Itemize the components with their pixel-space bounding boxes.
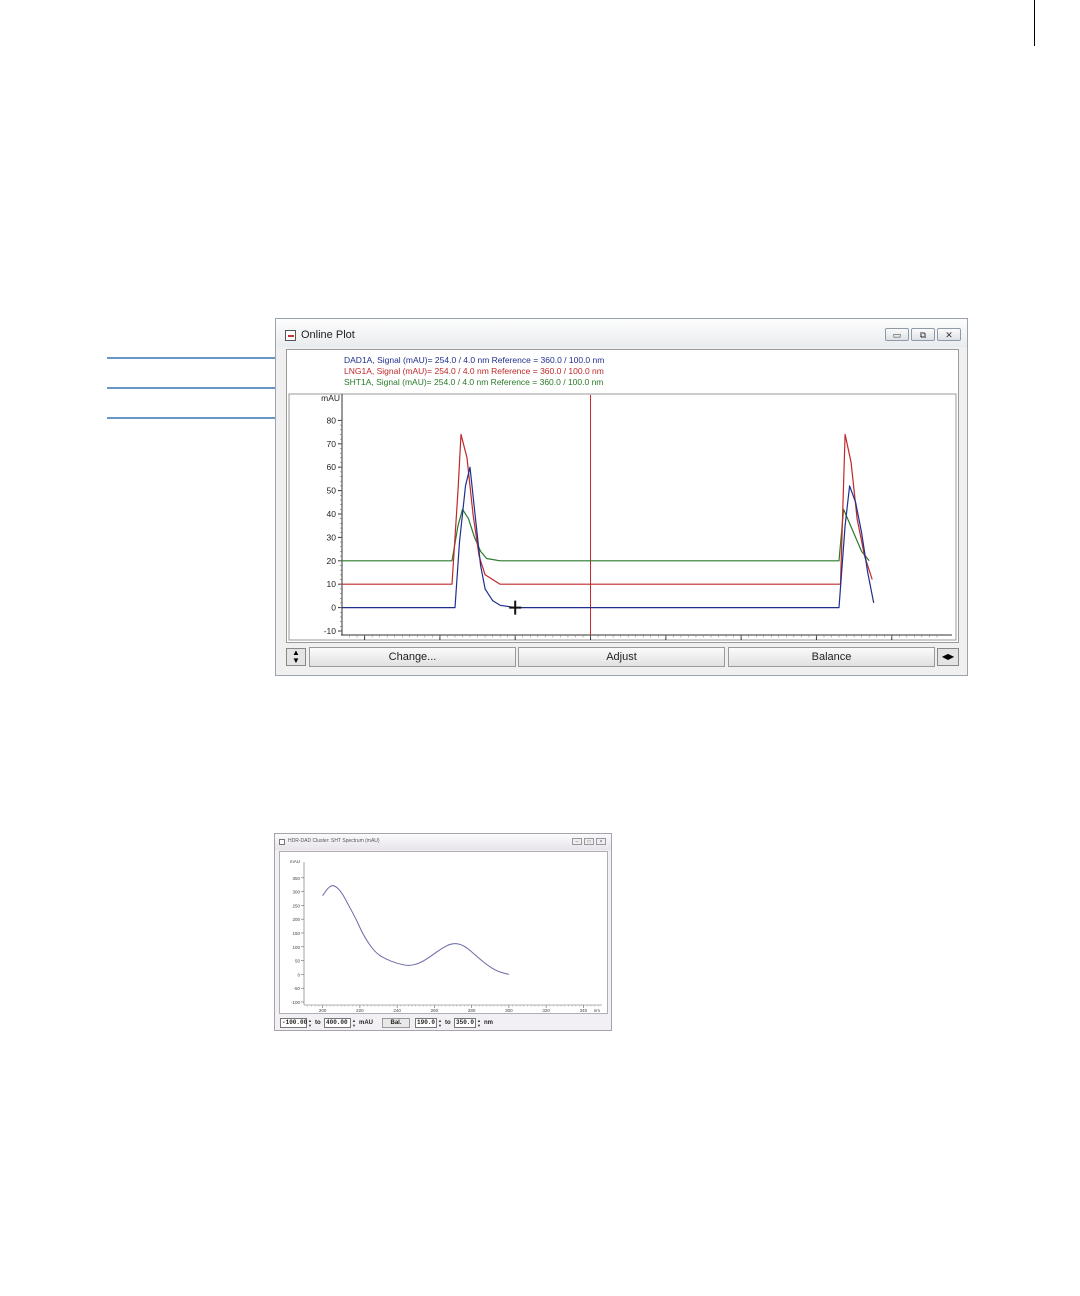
- y-tick-label: 10: [327, 579, 337, 589]
- x-tick-label: 300: [505, 1008, 513, 1013]
- series-line-sht1a: [342, 508, 870, 562]
- legend-entry: SHT1A, Signal (mAU)= 254.0 / 4.0 nm Refe…: [344, 377, 603, 387]
- spectrum-window: HDR-DAD Cluster: SHT Spectrum (mAU) – □ …: [274, 833, 612, 1031]
- to-label: to: [315, 1020, 321, 1026]
- x-tick-label: 280: [468, 1008, 476, 1013]
- y-unit-label: mAU: [359, 1020, 374, 1026]
- x-tick-label: 260: [431, 1008, 439, 1013]
- restore-button[interactable]: □: [584, 838, 594, 845]
- minimize-button[interactable]: –: [572, 838, 582, 845]
- window-title: Online Plot: [301, 329, 355, 341]
- x-tick-label: 2: [889, 640, 894, 642]
- x-tick-label: 0.5: [660, 640, 672, 642]
- chart-icon: [285, 330, 296, 341]
- x-axis-label: min: [936, 640, 950, 642]
- spin-arrows-icon[interactable]: ▲ ▼: [352, 1018, 356, 1028]
- balance-button[interactable]: Balance: [728, 647, 935, 667]
- scale-spinner[interactable]: ▲ ▼: [286, 648, 306, 666]
- y-tick-label: -50: [293, 986, 300, 991]
- restore-button[interactable]: ⧉: [911, 328, 935, 341]
- y-axis-label: mAU: [321, 393, 340, 403]
- y-tick-label: 40: [327, 509, 337, 519]
- spectrum-line: [322, 885, 510, 975]
- chart-icon: [279, 839, 285, 845]
- x-unit-label: nm: [484, 1020, 493, 1026]
- adjust-button[interactable]: Adjust: [518, 647, 725, 667]
- close-button[interactable]: ×: [596, 838, 606, 845]
- y-tick-label: 0: [297, 972, 300, 977]
- y-tick-label: 300: [292, 890, 300, 895]
- y-tick-label: 20: [327, 556, 337, 566]
- legend-entry: LNG1A, Signal (mAU)= 254.0 / 4.0 nm Refe…: [344, 366, 604, 376]
- x-tick-label: 1: [739, 640, 744, 642]
- x-tick-label: 0: [588, 640, 593, 642]
- x-from-field[interactable]: 190.0: [415, 1018, 437, 1028]
- range-controls: -100.00 ▲ ▼ to 400.00 ▲ ▼ mAU Bal. 190.0 ▲…: [279, 1017, 608, 1029]
- change-button[interactable]: Change...: [309, 647, 516, 667]
- title-bar: Online Plot ▭ ⧉ ✕: [276, 319, 967, 347]
- legend: DAD1A, Signal (mAU)= 254.0 / 4.0 nm Refe…: [344, 355, 604, 387]
- scroll-arrows[interactable]: ◀▶: [937, 648, 959, 666]
- y-tick-label: 70: [327, 439, 337, 449]
- bal-button[interactable]: Bal.: [382, 1018, 410, 1028]
- spin-arrows-icon[interactable]: ▲ ▼: [308, 1018, 312, 1028]
- y-tick-label: 60: [327, 462, 337, 472]
- crosshair-cursor-icon: [509, 600, 522, 615]
- y-tick-label: 100: [292, 945, 300, 950]
- x-tick-label: 220: [356, 1008, 364, 1013]
- y-tick-label: 350: [292, 876, 300, 881]
- x-tick-label: -1.5: [357, 640, 372, 642]
- online-plot-window: Online Plot ▭ ⧉ ✕ DAD1A, Signal (mAU)= 2…: [275, 318, 968, 676]
- minimize-button[interactable]: ▭: [885, 328, 909, 341]
- x-tick-label: 200: [319, 1008, 327, 1013]
- spin-arrows-icon[interactable]: ▲ ▼: [477, 1018, 481, 1028]
- y-to-field[interactable]: 400.00: [324, 1018, 351, 1028]
- plot-panel: -100 -50 0 50 100 150 200 250 300 350 mAU 200 220 240…: [279, 851, 608, 1014]
- x-tick-label: -1: [436, 640, 444, 642]
- title-bar: HDR-DAD Cluster: SHT Spectrum (mAU) – □ …: [275, 834, 611, 850]
- y-tick-label: 200: [292, 917, 300, 922]
- y-tick-label: 150: [292, 931, 300, 936]
- online-plot-chart[interactable]: DAD1A, Signal (mAU)= 254.0 / 4.0 nm Refe…: [287, 350, 958, 650]
- spin-arrows-icon[interactable]: ▲ ▼: [438, 1018, 442, 1028]
- plot-panel: DAD1A, Signal (mAU)= 254.0 / 4.0 nm Refe…: [286, 349, 959, 650]
- x-tick-label: 320: [542, 1008, 550, 1013]
- to-label: to: [445, 1020, 451, 1026]
- x-tick-label: 240: [393, 1008, 401, 1013]
- y-tick-label: 250: [292, 903, 300, 908]
- plot-frame: [288, 393, 957, 641]
- close-button[interactable]: ✕: [937, 328, 961, 341]
- y-tick-label: 30: [327, 532, 337, 542]
- y-tick-label: 0: [331, 603, 336, 613]
- legend-entry: DAD1A, Signal (mAU)= 254.0 / 4.0 nm Refe…: [344, 355, 604, 365]
- y-tick-label: -10: [324, 626, 337, 636]
- x-axis-label: nm: [594, 1008, 601, 1013]
- y-tick-label: 80: [327, 415, 337, 425]
- page-margin-rule: [1034, 0, 1035, 46]
- x-tick-label: -0.5: [508, 640, 523, 642]
- series-line-lng1a: [342, 433, 873, 585]
- y-axis-label: mAU: [290, 859, 300, 864]
- x-tick-label: 1.5: [811, 640, 823, 642]
- window-title: HDR-DAD Cluster: SHT Spectrum (mAU): [288, 838, 380, 844]
- y-tick-label: -100: [291, 1000, 301, 1005]
- x-tick-label: 340: [580, 1008, 588, 1013]
- y-tick-label: 50: [327, 486, 337, 496]
- y-tick-label: 50: [295, 959, 301, 964]
- series-line-dad1a: [342, 466, 875, 609]
- spectrum-chart[interactable]: -100 -50 0 50 100 150 200 250 300 350 mAU 200 220 240…: [280, 852, 607, 1013]
- x-to-field[interactable]: 350.0: [454, 1018, 476, 1028]
- y-from-field[interactable]: -100.00: [280, 1018, 307, 1028]
